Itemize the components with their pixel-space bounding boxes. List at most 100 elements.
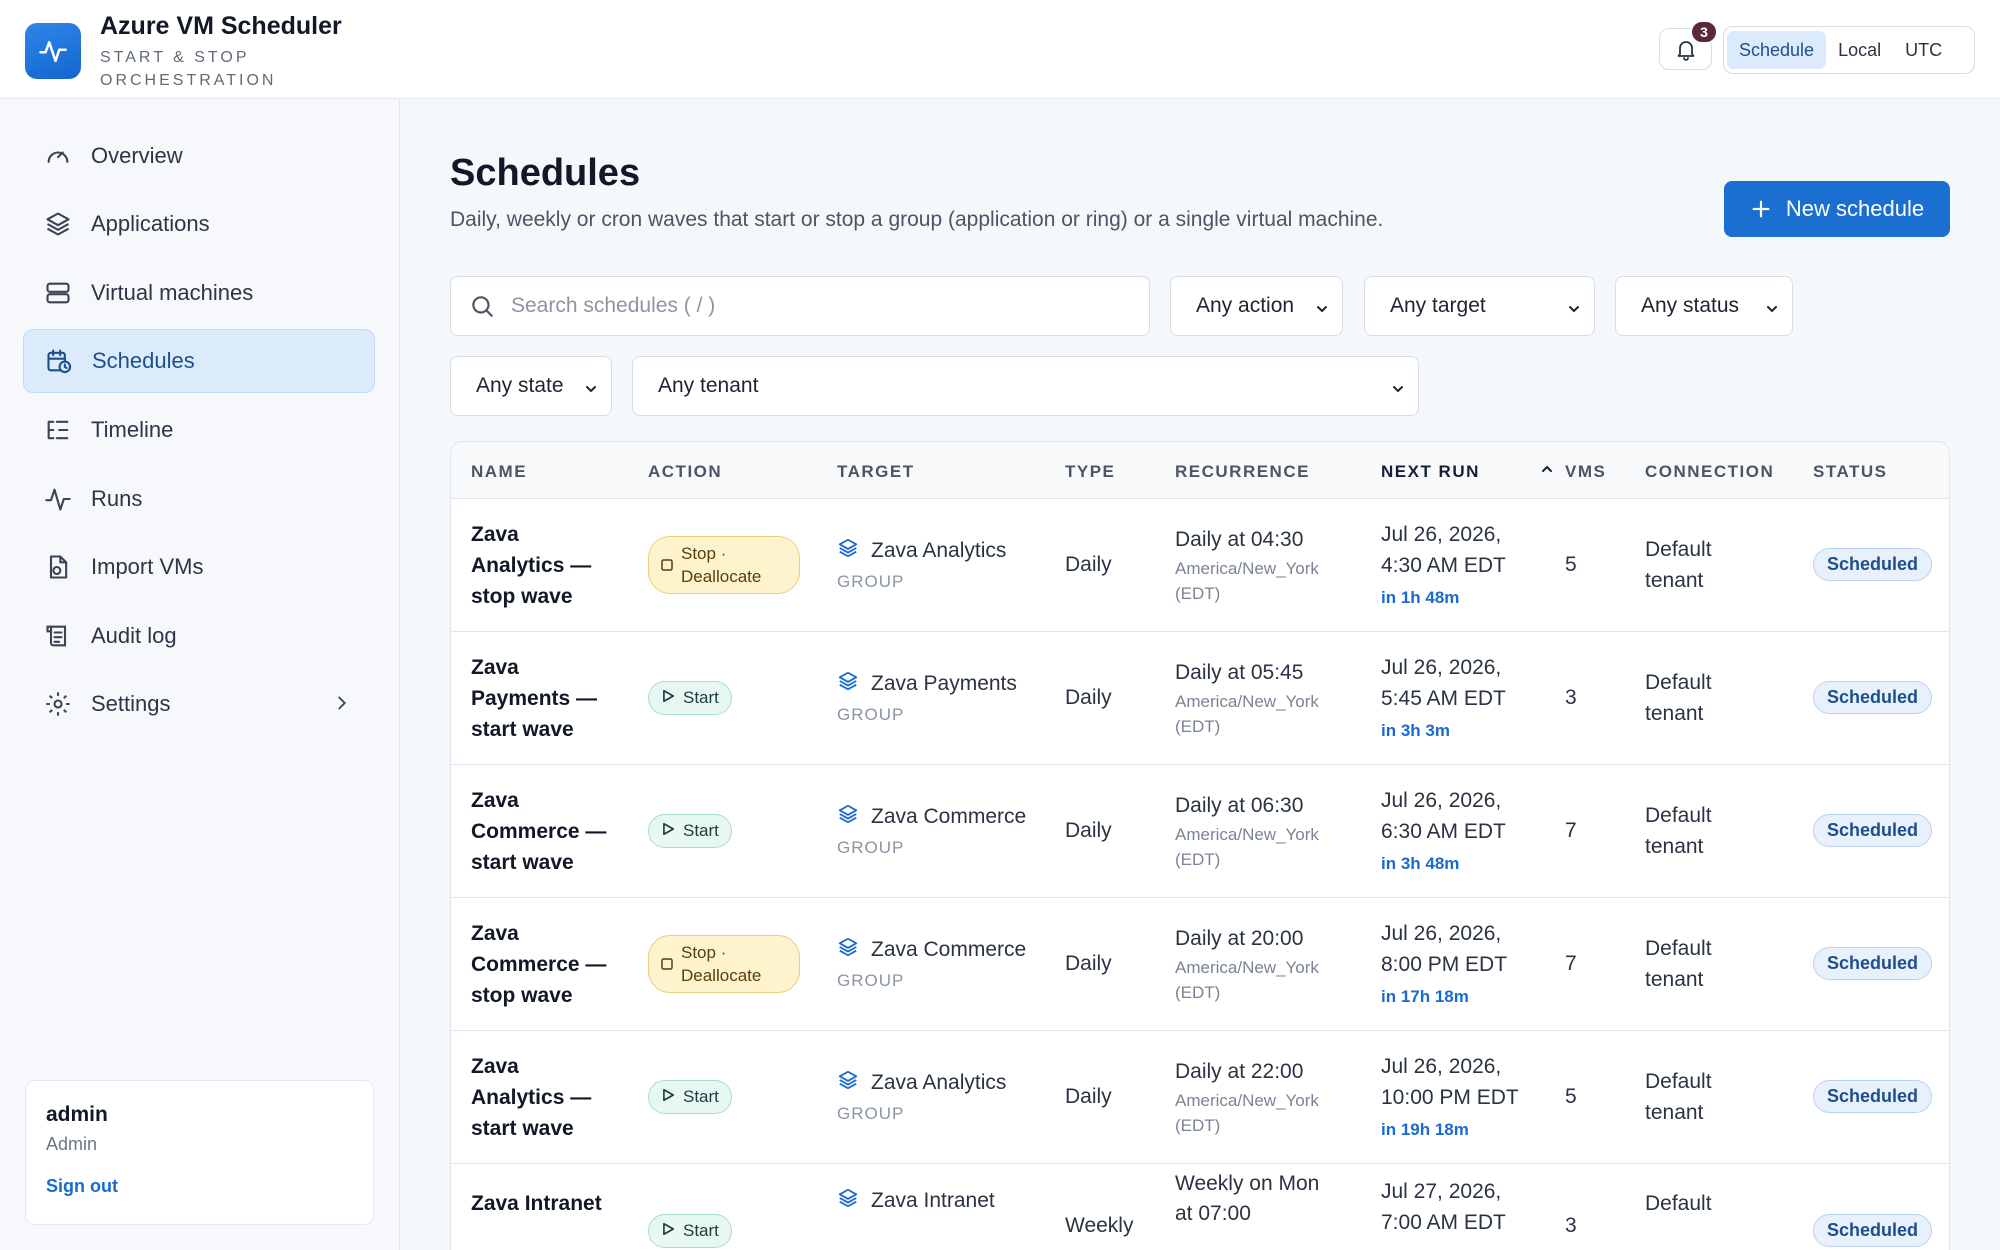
column-header-next-run[interactable]: NEXT RUN	[1381, 462, 1480, 482]
sidebar-item-overview[interactable]: Overview	[23, 124, 375, 188]
target-type: GROUP	[837, 1104, 905, 1123]
action-chip-start: Start	[648, 681, 732, 715]
recurrence-timezone: America/New_York (EDT)	[1175, 559, 1319, 603]
connection: Default tenant	[1645, 1070, 1712, 1124]
schedule-type: Daily	[1065, 1085, 1112, 1108]
play-icon	[661, 1221, 675, 1241]
vm-count: 5	[1565, 1085, 1577, 1108]
recurrence: Weekly on Mon at 07:00	[1175, 1172, 1320, 1225]
target-name[interactable]: Zava Intranet	[837, 1187, 995, 1215]
schedule-name[interactable]: Zava Intranet	[471, 1188, 631, 1219]
connection: Default tenant	[1645, 671, 1712, 725]
schedule-name[interactable]: Zava Payments — start wave	[471, 652, 611, 745]
time-mode-toggle: Schedule Local UTC	[1723, 26, 1975, 74]
action-filter-value: Any action	[1196, 294, 1295, 317]
table-row[interactable]: Zava Analytics — start wave Start Zava A…	[451, 1031, 1949, 1164]
column-header-connection[interactable]: CONNECTION	[1645, 462, 1774, 482]
action-chip-start: Start	[648, 1080, 732, 1114]
schedule-name[interactable]: Zava Commerce — stop wave	[471, 918, 611, 1011]
connection: Default tenant	[1645, 937, 1712, 991]
schedule-name[interactable]: Zava Analytics — start wave	[471, 1051, 611, 1144]
time-mode-local[interactable]: Local	[1826, 31, 1893, 69]
target-type: GROUP	[837, 838, 905, 857]
time-mode-schedule[interactable]: Schedule	[1727, 31, 1827, 69]
new-schedule-button[interactable]: New schedule	[1724, 181, 1950, 237]
sidebar-item-import-vms[interactable]: Import VMs	[23, 535, 375, 599]
target-label: Zava Analytics	[871, 539, 1007, 562]
table-header: NAME ACTION TARGET TYPE RECURRENCE NEXT …	[451, 442, 1949, 499]
chevron-down-icon	[1566, 299, 1582, 323]
column-header-type[interactable]: TYPE	[1065, 462, 1115, 482]
table-row[interactable]: Zava Intranet Start Zava Intranet Weekly…	[451, 1164, 1949, 1250]
sidebar-item-label: Virtual machines	[91, 280, 254, 305]
sidebar-item-settings[interactable]: Settings	[23, 672, 375, 736]
schedule-name[interactable]: Zava Commerce — start wave	[471, 785, 611, 878]
table-row[interactable]: Zava Analytics — stop wave Stop · Deallo…	[451, 499, 1949, 632]
column-header-name[interactable]: NAME	[471, 462, 527, 482]
recurrence-timezone: America/New_York (EDT)	[1175, 1091, 1319, 1135]
layers-icon	[837, 803, 859, 831]
column-header-vms[interactable]: VMS	[1565, 462, 1606, 482]
sidebar-item-label: Audit log	[91, 623, 177, 648]
target-name[interactable]: Zava Payments	[837, 670, 1017, 698]
target-name[interactable]: Zava Commerce	[837, 803, 1026, 831]
time-mode-utc[interactable]: UTC	[1893, 31, 1954, 69]
chevron-down-icon	[1390, 379, 1406, 403]
column-header-recurrence[interactable]: RECURRENCE	[1175, 462, 1310, 482]
table-row[interactable]: Zava Payments — start wave Start Zava Pa…	[451, 632, 1949, 765]
tenant-filter-select[interactable]: Any tenant	[632, 356, 1419, 416]
sidebar-item-schedules[interactable]: Schedules	[23, 329, 375, 393]
target-name[interactable]: Zava Analytics	[837, 537, 1006, 565]
target-filter-select[interactable]: Any target	[1364, 276, 1595, 336]
vm-count: 3	[1565, 1214, 1577, 1237]
vm-count: 7	[1565, 952, 1577, 975]
calendar-clock-icon	[44, 346, 74, 376]
schedule-type: Weekly	[1065, 1214, 1134, 1237]
chevron-down-icon	[1314, 299, 1330, 323]
status-filter-value: Any status	[1641, 294, 1740, 317]
action-chip-stop: Stop · Deallocate	[648, 536, 800, 594]
schedule-name[interactable]: Zava Analytics — stop wave	[471, 519, 611, 612]
chevron-down-icon	[1764, 299, 1780, 323]
table-row[interactable]: Zava Commerce — stop wave Stop · Dealloc…	[451, 898, 1949, 1031]
target-name[interactable]: Zava Commerce	[837, 936, 1026, 964]
recurrence-timezone: America/New_York (EDT)	[1175, 692, 1319, 736]
stop-icon	[661, 953, 673, 976]
target-name[interactable]: Zava Analytics	[837, 1069, 1006, 1097]
target-label: Zava Intranet	[871, 1189, 995, 1212]
target-label: Zava Commerce	[871, 805, 1027, 828]
vm-count: 3	[1565, 686, 1577, 709]
sidebar-item-audit-log[interactable]: Audit log	[23, 604, 375, 668]
gauge-icon	[43, 141, 73, 171]
app-header: Azure VM Scheduler START & STOP ORCHESTR…	[0, 0, 2000, 99]
connection: Default tenant	[1645, 804, 1712, 858]
status-badge: Scheduled	[1813, 1214, 1933, 1247]
next-run-relative: in 19h 18m	[1381, 1120, 1469, 1139]
search-input[interactable]: Search schedules ( / )	[450, 276, 1150, 336]
action-label: Stop · Deallocate	[681, 943, 762, 985]
server-icon	[43, 278, 73, 308]
sign-out-link[interactable]: Sign out	[46, 1176, 118, 1197]
status-filter-select[interactable]: Any status	[1615, 276, 1793, 336]
action-filter-select[interactable]: Any action	[1170, 276, 1343, 336]
state-filter-select[interactable]: Any state	[450, 356, 612, 416]
column-header-status[interactable]: STATUS	[1813, 462, 1887, 482]
sidebar-item-applications[interactable]: Applications	[23, 192, 375, 256]
schedule-type: Daily	[1065, 553, 1112, 576]
sidebar-item-runs[interactable]: Runs	[23, 467, 375, 531]
layers-icon	[837, 1069, 859, 1097]
sort-ascending-icon	[1539, 461, 1555, 482]
sidebar-item-virtual-machines[interactable]: Virtual machines	[23, 261, 375, 325]
sidebar-item-timeline[interactable]: Timeline	[23, 398, 375, 462]
gear-icon	[43, 689, 73, 719]
target-type: GROUP	[837, 705, 905, 724]
table-row[interactable]: Zava Commerce — start wave Start Zava Co…	[451, 765, 1949, 898]
column-header-action[interactable]: ACTION	[648, 462, 722, 482]
connection: Default tenant	[1645, 538, 1712, 592]
sidebar: Overview Applications Virtual machines S…	[0, 99, 400, 1250]
action-chip-stop: Stop · Deallocate	[648, 935, 800, 993]
column-header-target[interactable]: TARGET	[837, 462, 915, 482]
action-label: Start	[683, 1221, 719, 1240]
layers-icon	[837, 537, 859, 565]
sidebar-item-label: Applications	[91, 211, 210, 236]
